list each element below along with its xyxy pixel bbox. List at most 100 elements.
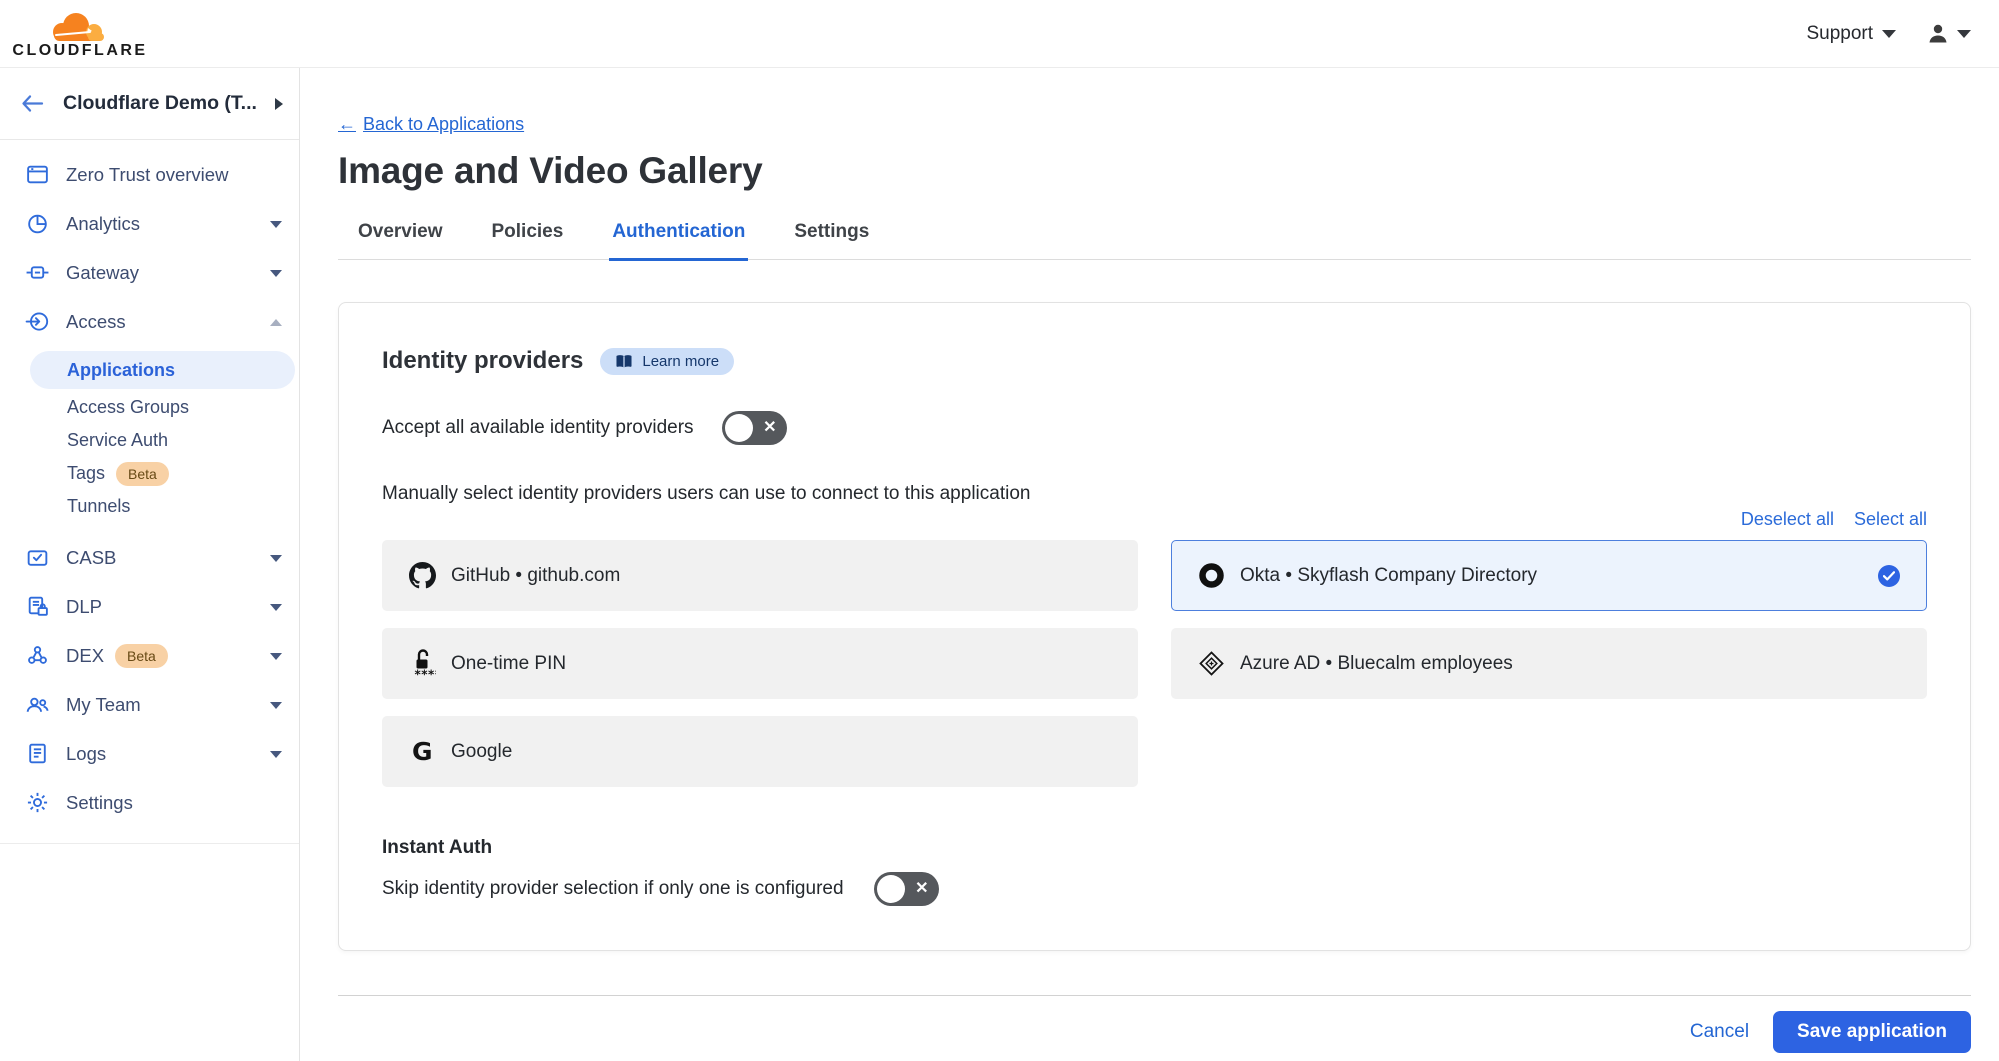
beta-badge: Beta — [116, 462, 169, 486]
provider-tile-google[interactable]: G Google — [382, 716, 1138, 787]
sidebar-item-zero-trust-overview[interactable]: Zero Trust overview — [0, 150, 299, 199]
main-content: ← Back to Applications Image and Video G… — [300, 68, 1999, 1061]
chevron-right-icon[interactable] — [275, 98, 283, 110]
sidebar-subitem-label: Tunnels — [67, 496, 130, 517]
sidebar-item-tunnels[interactable]: Tunnels — [0, 490, 299, 523]
caret-down-icon[interactable] — [270, 221, 282, 228]
provider-label: One-time PIN — [451, 653, 566, 675]
tab-overview[interactable]: Overview — [355, 221, 446, 261]
identity-providers-card: Identity providers Learn more Accept all… — [338, 302, 1971, 951]
tab-authentication[interactable]: Authentication — [609, 221, 748, 261]
back-to-applications-link[interactable]: ← Back to Applications — [338, 114, 524, 135]
network-icon — [24, 643, 50, 669]
sidebar-item-my-team[interactable]: My Team — [0, 680, 299, 729]
sidebar: Cloudflare Demo (T... Zero Trust overvie… — [0, 68, 300, 1061]
sidebar-item-access-groups[interactable]: Access Groups — [0, 391, 299, 424]
provider-label: Google — [451, 741, 512, 763]
book-icon — [615, 354, 633, 369]
instant-auth-label: Skip identity provider selection if only… — [382, 878, 844, 900]
toggle-off-x-icon: ✕ — [763, 420, 776, 436]
sidebar-divider — [0, 843, 299, 844]
sidebar-item-analytics[interactable]: Analytics — [0, 199, 299, 248]
toggle-knob — [725, 414, 753, 442]
sidebar-item-label: Settings — [66, 792, 133, 814]
provider-tile-github[interactable]: GitHub • github.com — [382, 540, 1138, 611]
sidebar-item-casb[interactable]: CASB — [0, 533, 299, 582]
accept-all-toggle[interactable]: ✕ — [722, 411, 787, 445]
caret-down-icon[interactable] — [270, 604, 282, 611]
gear-icon — [24, 790, 50, 816]
select-all-link[interactable]: Select all — [1854, 509, 1927, 530]
support-menu[interactable]: Support — [1806, 23, 1896, 45]
sidebar-subitem-label: Tags — [67, 463, 105, 484]
github-icon — [406, 562, 438, 589]
back-arrow-icon: ← — [338, 114, 356, 135]
people-icon — [24, 692, 50, 718]
gateway-icon — [24, 260, 50, 286]
sidebar-item-gateway[interactable]: Gateway — [0, 248, 299, 297]
provider-label: GitHub • github.com — [451, 565, 620, 587]
sidebar-subitem-label: Access Groups — [67, 397, 189, 418]
sidebar-item-tags[interactable]: Tags Beta — [0, 457, 299, 490]
save-application-button[interactable]: Save application — [1773, 1011, 1971, 1053]
selected-check-icon — [1878, 565, 1900, 587]
account-name: Cloudflare Demo (T... — [63, 92, 275, 115]
pie-chart-icon — [24, 211, 50, 237]
caret-down-icon[interactable] — [270, 653, 282, 660]
caret-down-icon[interactable] — [270, 270, 282, 277]
manual-select-hint: Manually select identity providers users… — [382, 483, 1927, 505]
sidebar-item-label: Logs — [66, 743, 106, 765]
cancel-button[interactable]: Cancel — [1690, 1021, 1749, 1043]
sidebar-item-access[interactable]: Access — [0, 297, 299, 346]
sidebar-item-service-auth[interactable]: Service Auth — [0, 424, 299, 457]
top-header: CLOUDFLARE Support — [0, 0, 1999, 68]
user-menu[interactable] — [1926, 22, 1971, 46]
sidebar-item-label: DLP — [66, 596, 102, 618]
provider-label: Okta • Skyflash Company Directory — [1240, 565, 1537, 587]
caret-up-icon[interactable] — [270, 319, 282, 326]
caret-down-icon[interactable] — [270, 751, 282, 758]
tab-settings[interactable]: Settings — [791, 221, 872, 261]
svg-text:****: **** — [414, 667, 436, 681]
sidebar-item-logs[interactable]: Logs — [0, 729, 299, 778]
page-title: Image and Video Gallery — [338, 150, 1971, 192]
provider-tile-one-time-pin[interactable]: **** One-time PIN — [382, 628, 1138, 699]
google-icon: G — [406, 738, 438, 765]
login-arrow-icon — [24, 309, 50, 335]
logo-wordmark: CLOUDFLARE — [12, 42, 147, 60]
accept-all-label: Accept all available identity providers — [382, 417, 694, 439]
instant-auth-heading: Instant Auth — [382, 837, 1927, 859]
svg-text:G: G — [412, 738, 433, 765]
doc-lines-icon — [24, 741, 50, 767]
footer-actions: Cancel Save application — [338, 1011, 1971, 1053]
cloudflare-cloud-icon — [38, 8, 122, 44]
sidebar-item-label: DEX — [66, 645, 104, 667]
sidebar-account-header[interactable]: Cloudflare Demo (T... — [0, 68, 299, 140]
window-icon — [24, 162, 50, 188]
chevron-down-icon — [1882, 30, 1896, 38]
sidebar-subitem-label: Service Auth — [67, 430, 168, 451]
caret-down-icon[interactable] — [270, 555, 282, 562]
provider-tile-okta[interactable]: Okta • Skyflash Company Directory — [1171, 540, 1927, 611]
toggle-off-x-icon: ✕ — [915, 881, 928, 897]
footer-divider — [338, 995, 1971, 996]
deselect-all-link[interactable]: Deselect all — [1741, 509, 1834, 530]
one-time-pin-icon: **** — [406, 647, 438, 681]
azure-ad-icon — [1195, 650, 1227, 677]
sidebar-item-label: Access — [66, 311, 126, 333]
tab-policies[interactable]: Policies — [489, 221, 567, 261]
sidebar-item-applications[interactable]: Applications — [30, 351, 295, 389]
chevron-down-icon — [1957, 30, 1971, 38]
learn-more-badge[interactable]: Learn more — [600, 348, 734, 375]
sidebar-item-label: My Team — [66, 694, 141, 716]
sidebar-nav: Zero Trust overview Analytics Gateway — [0, 140, 299, 844]
person-icon — [1926, 22, 1950, 46]
sidebar-item-dex[interactable]: DEX Beta — [0, 631, 299, 680]
provider-tile-azure-ad[interactable]: Azure AD • Bluecalm employees — [1171, 628, 1927, 699]
sidebar-item-settings[interactable]: Settings — [0, 778, 299, 827]
instant-auth-toggle[interactable]: ✕ — [874, 872, 939, 906]
sidebar-item-dlp[interactable]: DLP — [0, 582, 299, 631]
arrow-left-icon[interactable] — [20, 93, 45, 114]
caret-down-icon[interactable] — [270, 702, 282, 709]
card-heading: Identity providers — [382, 347, 583, 375]
